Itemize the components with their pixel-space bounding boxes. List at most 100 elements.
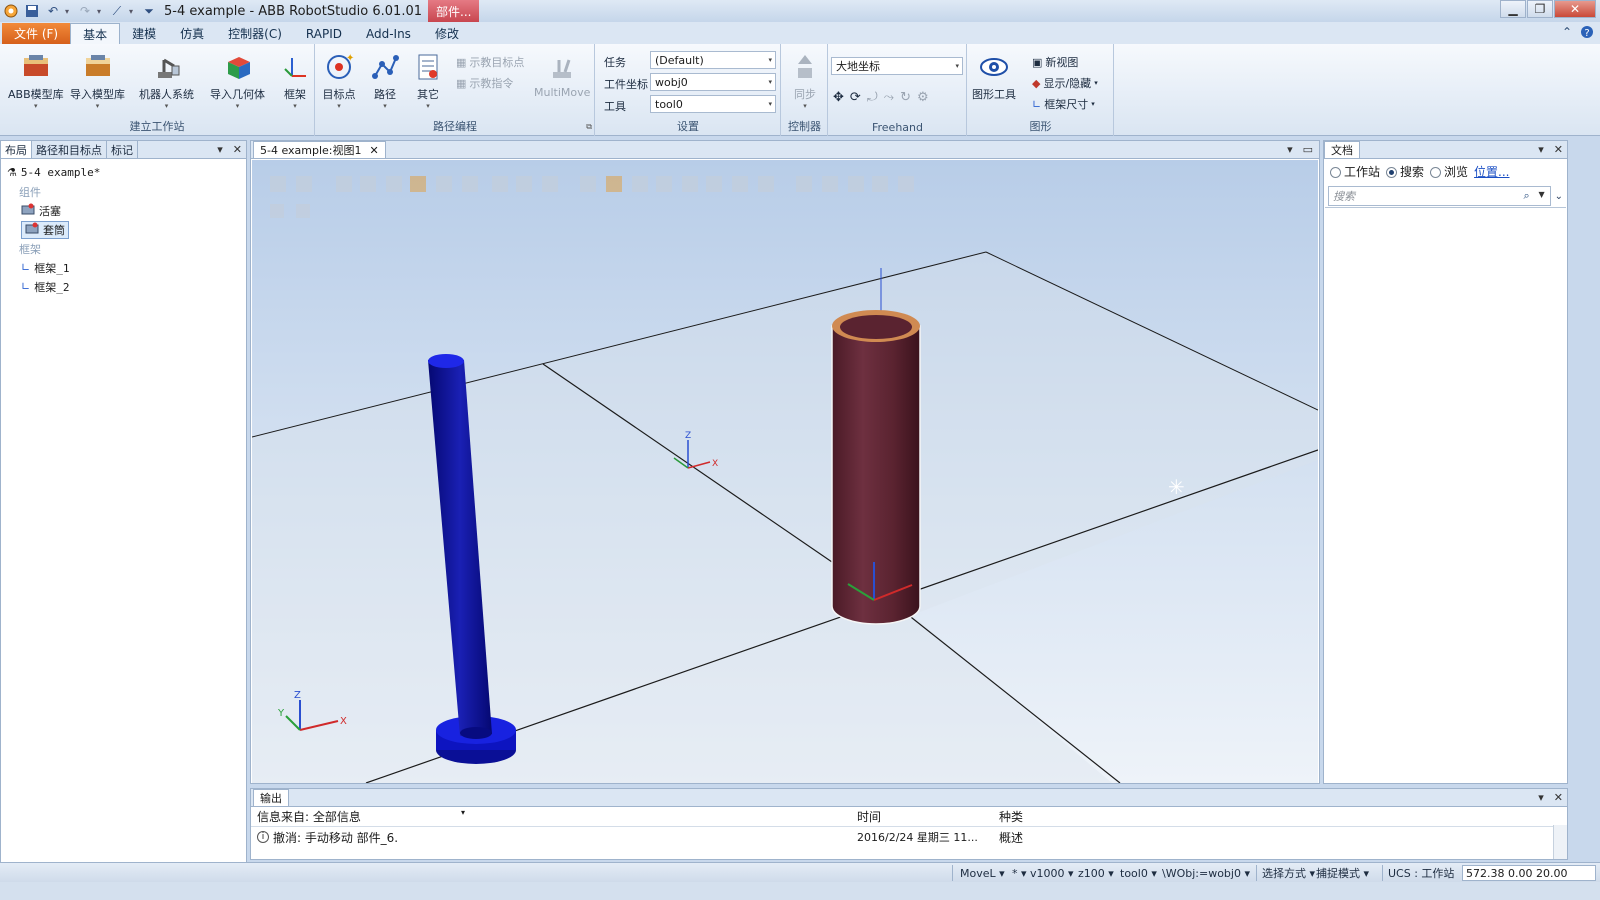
teach-target-button[interactable]: ▦ 示教目标点 [456, 54, 524, 70]
tab-tags[interactable]: 标记 [107, 141, 138, 158]
snap-grid-icon[interactable] [706, 176, 722, 192]
selection-mode-combo[interactable]: 选择方式 ▾ [1262, 865, 1315, 881]
tree-item-frame-2[interactable]: ∟ 框架_2 [7, 277, 246, 296]
sync-button[interactable]: 同步 ▾ [788, 50, 822, 110]
jog-joint-icon[interactable]: ⤾ [867, 90, 878, 105]
asterisk-combo[interactable]: * ▾ [1012, 865, 1027, 881]
ucs-indicator[interactable]: UCS : 工作站 [1388, 865, 1454, 881]
search-icon[interactable]: ⌕ [1523, 189, 1529, 203]
import-library-button[interactable]: 导入模型库 ▾ [70, 50, 125, 110]
undo-dropdown-icon[interactable]: ▾ [65, 7, 73, 16]
multi-robot-jog-icon[interactable]: ⚙ [917, 90, 929, 105]
wobj-combo[interactable]: wobj0 ▾ [650, 73, 776, 91]
source-filter-combo[interactable]: 信息来自: 全部信息 ▾ [257, 808, 465, 825]
tab-simulation[interactable]: 仿真 [168, 23, 216, 44]
3d-viewport[interactable]: Z X ✳ Z X Y [252, 160, 1318, 783]
select-target-icon[interactable] [492, 176, 508, 192]
jog-reorient-icon[interactable]: ↻ [900, 90, 911, 105]
select-body-icon[interactable] [386, 176, 402, 192]
measure-min-distance-icon[interactable] [872, 176, 888, 192]
target-button[interactable]: ✦ 目标点 ▾ [322, 50, 356, 110]
output-row[interactable]: i 撤消: 手动移动 部件_6. 2016/2/24 星期三 11... 概述 [251, 827, 1567, 847]
maximize-button[interactable]: ❐ [1527, 0, 1553, 18]
other-button[interactable]: 其它 ▾ [411, 50, 445, 110]
reference-coord-combo[interactable]: 大地坐标 ▾ [831, 57, 963, 75]
close-button[interactable]: ✕ [1554, 0, 1596, 18]
select-path-icon[interactable] [516, 176, 532, 192]
radio-station[interactable]: 工作站 [1330, 163, 1380, 180]
tab-output[interactable]: 输出 [253, 789, 289, 806]
tab-paths-targets[interactable]: 路径和目标点 [32, 141, 107, 158]
tool-status-combo[interactable]: tool0 ▾ [1120, 865, 1157, 881]
expand-options-icon[interactable]: ⌄ [1555, 191, 1563, 202]
tree-components-header[interactable]: 组件 [7, 182, 246, 201]
panel-menu-icon[interactable]: ▾ [1538, 143, 1544, 156]
frame-size-button[interactable]: ∟ 框架尺寸 ▾ [1032, 96, 1095, 112]
panel-close-icon[interactable]: ✕ [1554, 143, 1563, 156]
undo-icon[interactable]: ↶ [44, 2, 62, 20]
minimize-button[interactable]: ▁ [1500, 0, 1526, 18]
task-combo[interactable]: (Default) ▾ [650, 51, 776, 69]
frame-button[interactable]: 框架 ▾ [278, 50, 312, 110]
select-mechanism-icon[interactable] [436, 176, 452, 192]
tab-controller[interactable]: 控制器(C) [216, 23, 294, 44]
tab-rapid[interactable]: RAPID [294, 23, 354, 44]
col-category-header[interactable]: 种类 [999, 808, 1023, 825]
robot-system-button[interactable]: 机器人系统 ▾ [139, 50, 194, 110]
snap-object-icon[interactable] [580, 176, 596, 192]
measure-distance-icon[interactable] [796, 176, 812, 192]
tab-addins[interactable]: Add-Ins [354, 23, 423, 44]
zone-combo[interactable]: z100 ▾ [1078, 865, 1114, 881]
help-icon[interactable]: ? [1580, 25, 1594, 42]
view-maximize-icon[interactable]: ▭ [1303, 143, 1313, 156]
tab-file[interactable]: 文件 (F) [2, 23, 71, 44]
tree-item-sleeve[interactable]: 套筒 [7, 220, 246, 239]
documents-search-input[interactable]: 搜索 ⌕ ▼ [1328, 186, 1551, 206]
snap-mode-combo[interactable]: 捕捉模式 ▾ [1316, 865, 1369, 881]
graphics-tools-button[interactable]: 图形工具 [972, 50, 1016, 102]
measure-dropdown-icon[interactable]: ▾ [129, 7, 137, 16]
snap-end-icon[interactable] [682, 176, 698, 192]
multimove-button[interactable]: MultiMove [534, 50, 590, 99]
location-link[interactable]: 位置... [1474, 163, 1509, 180]
new-view-button[interactable]: ▣ 新视图 [1032, 54, 1078, 70]
select-group-icon[interactable] [462, 176, 478, 192]
measure-diameter-icon[interactable] [848, 176, 864, 192]
tool-combo[interactable]: tool0 ▾ [650, 95, 776, 113]
path-button[interactable]: 路径 ▾ [368, 50, 402, 110]
sleeve-model[interactable] [831, 268, 921, 625]
tree-frames-header[interactable]: 框架 [7, 239, 246, 258]
view-menu-icon[interactable]: ▾ [1287, 143, 1293, 156]
jog-linear-icon[interactable]: ⤳ [884, 90, 894, 105]
snap-local-origin-icon[interactable] [732, 176, 748, 192]
close-tab-icon[interactable]: ✕ [370, 144, 379, 157]
documents-results-list[interactable] [1325, 207, 1566, 782]
snap-grid2-icon[interactable] [758, 176, 774, 192]
customize-qat-icon[interactable]: ⏷ [140, 2, 158, 20]
speed-combo[interactable]: v1000 ▾ [1030, 865, 1074, 881]
simulation-stop-icon[interactable] [296, 204, 310, 218]
panel-menu-icon[interactable]: ▾ [217, 143, 223, 156]
dialog-launcher-icon[interactable]: ⧉ [586, 122, 592, 132]
rotate-icon[interactable]: ⟳ [850, 90, 861, 105]
select-frame-icon[interactable] [542, 176, 558, 192]
select-surface-icon[interactable] [360, 176, 376, 192]
measure-icon[interactable]: ⟋ [108, 2, 126, 20]
tab-modeling[interactable]: 建模 [120, 23, 168, 44]
tree-item-piston[interactable]: 活塞 [7, 201, 246, 220]
show-hide-button[interactable]: ◆ 显示/隐藏 ▾ [1032, 75, 1098, 91]
measure-angle-icon[interactable] [822, 176, 838, 192]
tab-layout[interactable]: 布局 [1, 141, 32, 158]
col-time-header[interactable]: 时间 [857, 808, 881, 825]
snap-center-icon[interactable] [606, 176, 622, 192]
panel-menu-icon[interactable]: ▾ [1538, 791, 1544, 804]
radio-browse[interactable]: 浏览 [1430, 163, 1468, 180]
collapse-ribbon-icon[interactable]: ⌃ [1562, 25, 1572, 42]
simulation-play-icon[interactable] [270, 204, 284, 218]
abb-library-button[interactable]: ABB模型库 ▾ [8, 50, 64, 110]
import-geometry-button[interactable]: 导入几何体 ▾ [210, 50, 265, 110]
tree-item-frame-1[interactable]: ∟ 框架_1 [7, 258, 246, 277]
app-menu-icon[interactable] [2, 2, 20, 20]
chevron-down-icon[interactable]: ▼ [1538, 190, 1544, 199]
view-all-icon[interactable] [270, 176, 286, 192]
